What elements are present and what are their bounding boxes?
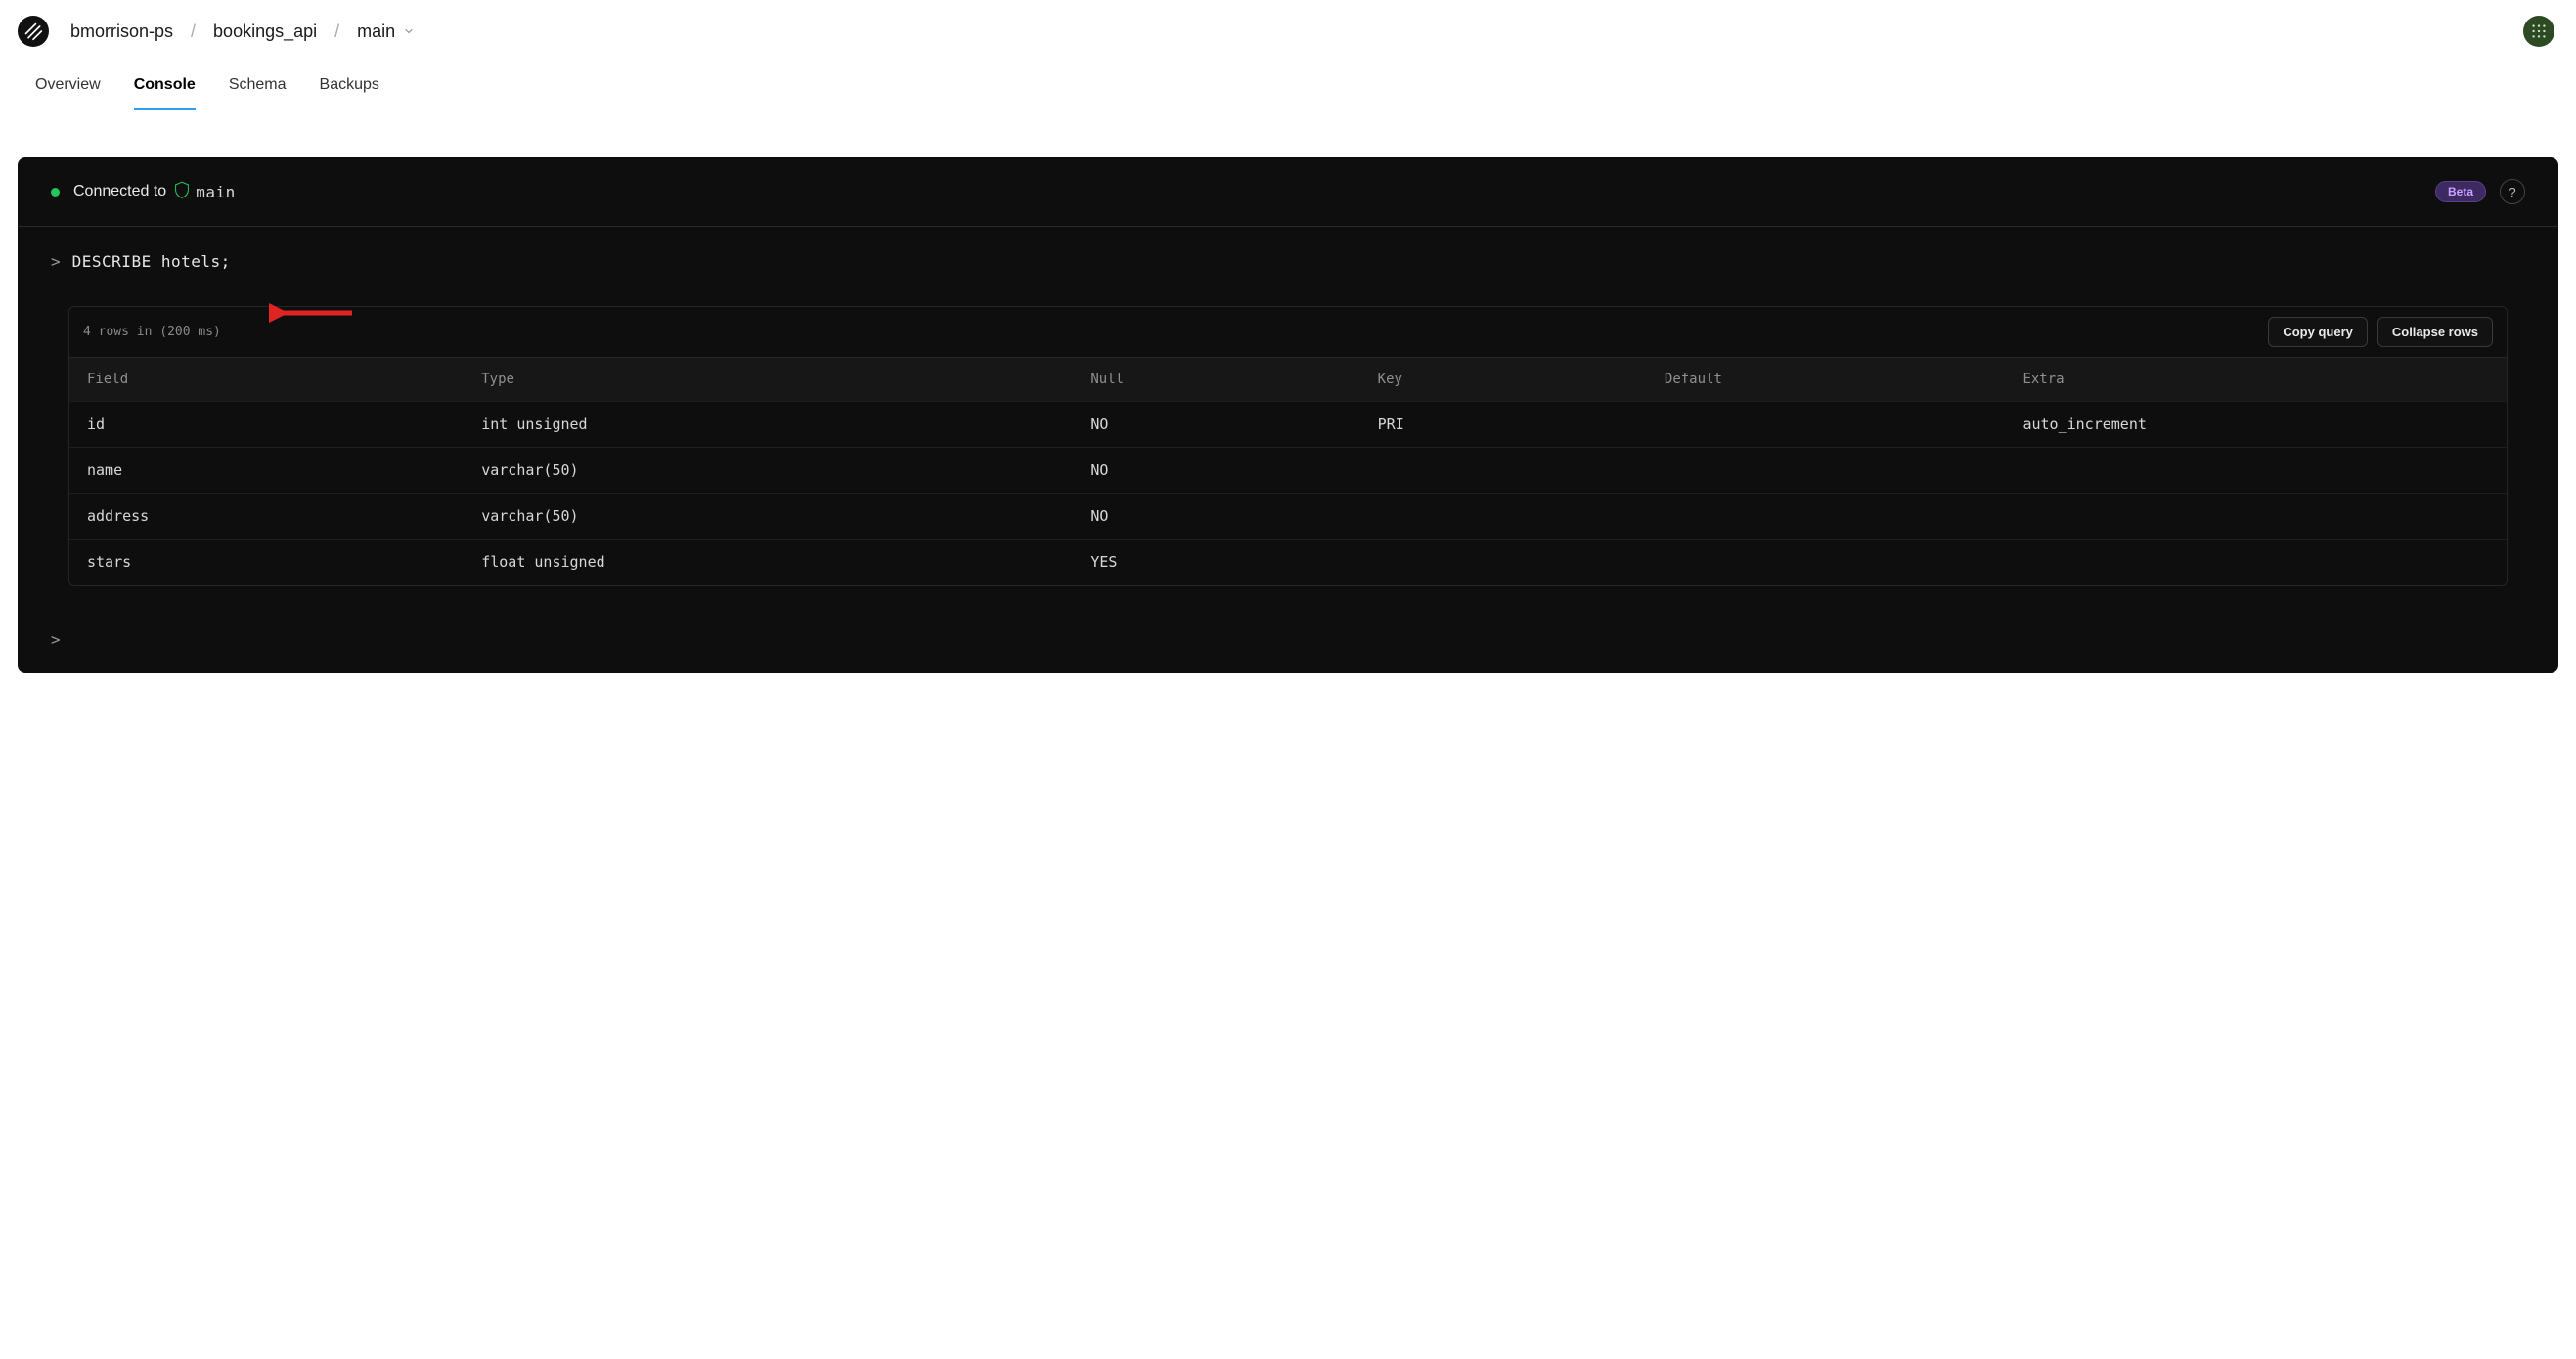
cell-type: varchar(50) <box>481 507 1090 525</box>
column-header-extra: Extra <box>2022 372 2489 387</box>
shield-icon <box>174 181 190 203</box>
avatar[interactable] <box>2523 16 2554 47</box>
cell-field: id <box>87 416 481 433</box>
cell-default <box>1665 507 2023 525</box>
tab-overview[interactable]: Overview <box>35 66 101 110</box>
beta-badge: Beta <box>2435 181 2486 202</box>
cell-extra <box>2022 461 2489 479</box>
console-panel: Connected to main Beta ? > DESCRIBE hote… <box>18 157 2558 673</box>
breadcrumb-separator: / <box>191 22 196 42</box>
connected-label: Connected to <box>73 183 166 200</box>
cell-key <box>1378 461 1665 479</box>
chevron-down-icon <box>403 22 415 42</box>
tab-schema[interactable]: Schema <box>229 66 287 110</box>
breadcrumb-separator: / <box>334 22 339 42</box>
cell-field: address <box>87 507 481 525</box>
cell-extra <box>2022 553 2489 571</box>
cell-field: stars <box>87 553 481 571</box>
table-row: address varchar(50) NO <box>69 493 2507 539</box>
table-row: id int unsigned NO PRI auto_increment <box>69 401 2507 447</box>
cell-type: int unsigned <box>481 416 1090 433</box>
cell-null: NO <box>1090 507 1377 525</box>
cell-default <box>1665 416 2023 433</box>
cell-extra <box>2022 507 2489 525</box>
tab-console[interactable]: Console <box>134 66 196 110</box>
cell-extra: auto_increment <box>2022 416 2489 433</box>
column-header-null: Null <box>1090 372 1377 387</box>
console-prompt[interactable]: > <box>18 601 2558 673</box>
column-header-default: Default <box>1665 372 2023 387</box>
breadcrumb-org[interactable]: bmorrison-ps <box>70 22 173 42</box>
query-result: 4 rows in (200 ms) Copy query Collapse r… <box>68 306 2508 586</box>
column-header-field: Field <box>87 372 481 387</box>
planetscale-logo-icon[interactable] <box>18 16 49 47</box>
connected-branch-name: main <box>196 183 236 201</box>
cell-type: varchar(50) <box>481 461 1090 479</box>
result-table-header: Field Type Null Key Default Extra <box>69 358 2507 401</box>
table-row: stars float unsigned YES <box>69 539 2507 585</box>
cell-key <box>1378 507 1665 525</box>
result-meta: 4 rows in (200 ms) <box>83 325 221 339</box>
cell-key: PRI <box>1378 416 1665 433</box>
breadcrumb-branch-selector[interactable]: main <box>357 22 415 42</box>
collapse-rows-button[interactable]: Collapse rows <box>2377 317 2493 347</box>
cell-key <box>1378 553 1665 571</box>
column-header-key: Key <box>1378 372 1665 387</box>
tab-bar: Overview Console Schema Backups <box>0 66 2576 110</box>
cell-null: YES <box>1090 553 1377 571</box>
query-caret-icon: > <box>51 252 61 271</box>
cell-field: name <box>87 461 481 479</box>
cell-default <box>1665 461 2023 479</box>
column-header-type: Type <box>481 372 1090 387</box>
executed-query: DESCRIBE hotels; <box>72 252 231 271</box>
cell-null: NO <box>1090 416 1377 433</box>
cell-type: float unsigned <box>481 553 1090 571</box>
breadcrumb-database[interactable]: bookings_api <box>213 22 317 42</box>
breadcrumb-branch-label: main <box>357 22 395 42</box>
copy-query-button[interactable]: Copy query <box>2268 317 2368 347</box>
connection-status-dot-icon <box>51 188 60 197</box>
breadcrumb: bmorrison-ps / bookings_api / main <box>70 22 415 42</box>
tab-backups[interactable]: Backups <box>320 66 379 110</box>
cell-null: NO <box>1090 461 1377 479</box>
table-row: name varchar(50) NO <box>69 447 2507 493</box>
help-button[interactable]: ? <box>2500 179 2525 204</box>
cell-default <box>1665 553 2023 571</box>
